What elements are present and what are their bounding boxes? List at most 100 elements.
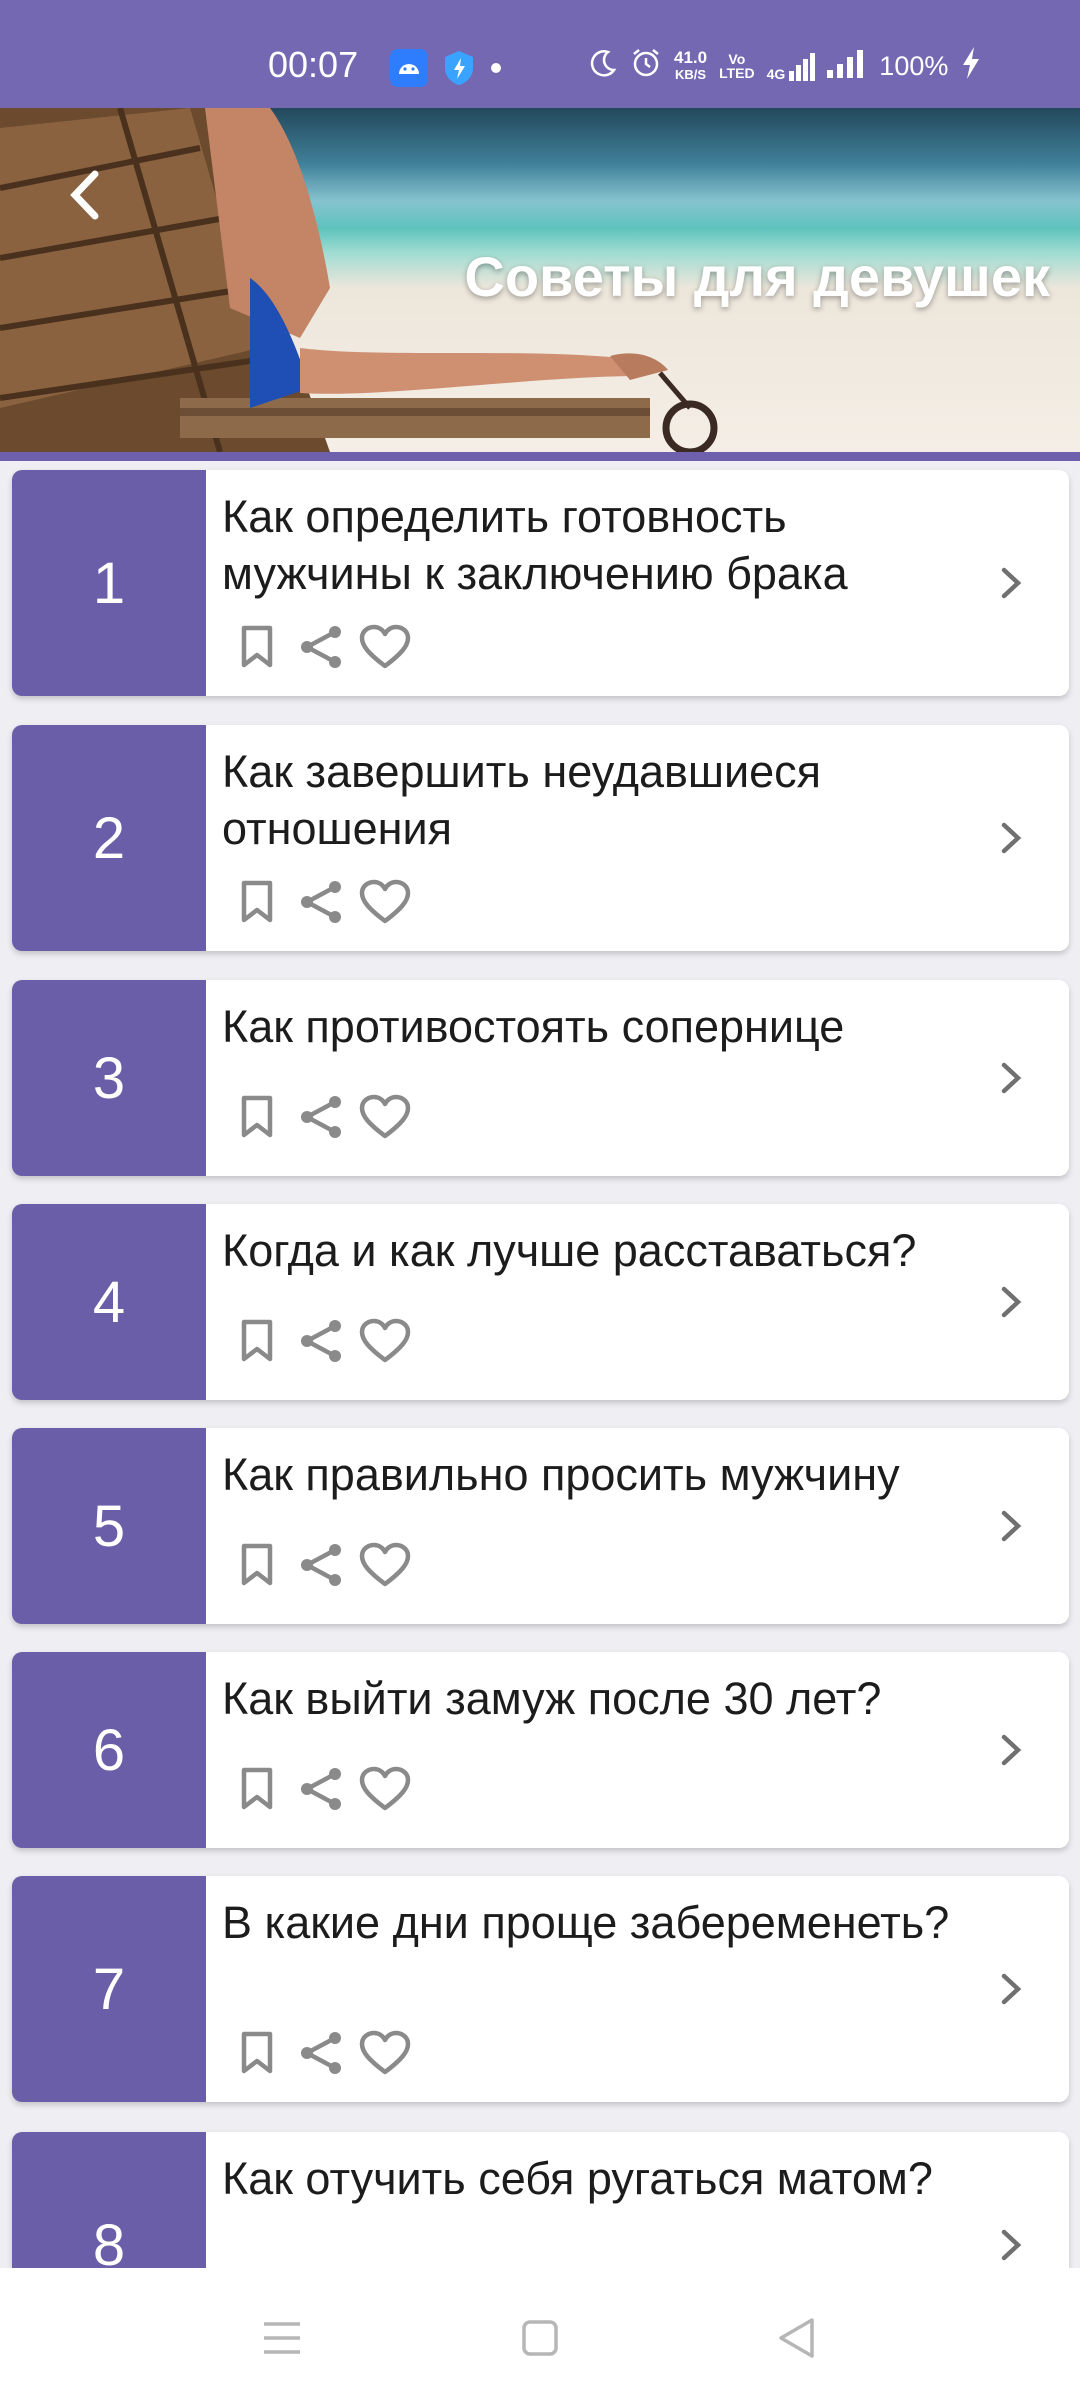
item-title: Как выйти замуж после 30 лет? — [222, 1673, 882, 1724]
page-title: Советы для девушек — [464, 245, 1050, 308]
navigation-bar — [0, 2268, 1080, 2400]
open-item-button[interactable] — [993, 561, 1029, 605]
chevron-left-icon — [70, 170, 99, 220]
list-item[interactable]: 5 Как правильно просить мужчину — [12, 1428, 1069, 1624]
item-title: Как правильно просить мужчину — [222, 1449, 900, 1500]
like-button[interactable] — [358, 1090, 412, 1144]
dot-icon — [490, 61, 502, 79]
item-actions — [230, 2026, 412, 2080]
share-icon — [301, 1544, 341, 1586]
open-item-button[interactable] — [993, 1967, 1029, 2011]
open-item-button[interactable] — [993, 816, 1029, 860]
shield-icon — [442, 49, 476, 92]
signal-icon: 4G — [767, 51, 816, 81]
like-button[interactable] — [358, 1762, 412, 1816]
status-time: 00:07 — [268, 44, 359, 85]
item-number: 2 — [12, 725, 206, 951]
share-button[interactable] — [294, 1762, 348, 1816]
share-button[interactable] — [294, 1538, 348, 1592]
moon-icon — [588, 48, 618, 85]
share-icon — [301, 881, 341, 923]
list-item[interactable]: 4 Когда и как лучше расставаться? — [12, 1204, 1069, 1400]
share-button[interactable] — [294, 875, 348, 929]
open-item-button[interactable] — [993, 1280, 1029, 1324]
bookmark-icon — [241, 1543, 273, 1586]
open-item-button[interactable] — [993, 1504, 1029, 1548]
heart-icon — [359, 1318, 411, 1363]
list-item[interactable]: 3 Как противостоять сопернице — [12, 980, 1069, 1176]
back-icon — [779, 2318, 814, 2358]
recent-apps-button[interactable] — [252, 2308, 312, 2368]
share-button[interactable] — [294, 1090, 348, 1144]
bookmark-button[interactable] — [230, 1090, 284, 1144]
item-number: 5 — [12, 1428, 206, 1624]
item-number: 4 — [12, 1204, 206, 1400]
back-button[interactable] — [54, 160, 114, 230]
share-icon — [301, 1320, 341, 1362]
menu-icon — [264, 2322, 300, 2354]
list-item[interactable]: 7 В какие дни проще забеременеть? — [12, 1876, 1069, 2102]
item-title: Как завершить неудавшиеся отношения — [222, 746, 822, 854]
share-button[interactable] — [294, 620, 348, 674]
item-number: 3 — [12, 980, 206, 1176]
item-title: Как противостоять сопернице — [222, 1001, 845, 1052]
item-actions — [230, 875, 412, 929]
heart-icon — [359, 879, 411, 924]
item-title: Как отучить себя ругаться матом? — [222, 2153, 933, 2204]
open-item-button[interactable] — [993, 1728, 1029, 1772]
item-actions — [230, 1090, 412, 1144]
battery-level: 100% — [879, 50, 949, 81]
like-button[interactable] — [358, 1314, 412, 1368]
list-item[interactable]: 6 Как выйти замуж после 30 лет? — [12, 1652, 1069, 1848]
network-speed: 41.0 KB/S — [674, 48, 708, 82]
item-title: Как определить готовность мужчины к закл… — [222, 491, 848, 599]
home-icon — [522, 2320, 558, 2356]
share-icon — [301, 626, 341, 668]
heart-icon — [359, 1094, 411, 1139]
item-title: Когда и как лучше расставаться? — [222, 1225, 917, 1276]
heart-icon — [359, 1542, 411, 1587]
item-number: 6 — [12, 1652, 206, 1848]
chevron-right-icon — [1001, 822, 1022, 854]
chevron-right-icon — [1001, 1286, 1022, 1318]
open-item-button[interactable] — [993, 2223, 1029, 2267]
list-item[interactable]: 2 Как завершить неудавшиеся отношения — [12, 725, 1069, 951]
item-actions — [230, 1314, 412, 1368]
chevron-right-icon — [1001, 2229, 1022, 2261]
item-title: В какие дни проще забеременеть? — [222, 1897, 950, 1948]
like-button[interactable] — [358, 875, 412, 929]
bookmark-button[interactable] — [230, 875, 284, 929]
share-icon — [301, 2032, 341, 2074]
share-button[interactable] — [294, 2026, 348, 2080]
bookmark-button[interactable] — [230, 1538, 284, 1592]
item-number: 7 — [12, 1876, 206, 2102]
chevron-right-icon — [1001, 1510, 1022, 1542]
chevron-right-icon — [1001, 567, 1022, 599]
bookmark-icon — [241, 1767, 273, 1810]
item-actions — [230, 620, 412, 674]
chevron-right-icon — [1001, 1734, 1022, 1766]
bookmark-button[interactable] — [230, 620, 284, 674]
system-back-button[interactable] — [766, 2308, 826, 2368]
volte-indicator: Vo LTED — [719, 51, 755, 81]
open-item-button[interactable] — [993, 1056, 1029, 1100]
bookmark-button[interactable] — [230, 1314, 284, 1368]
like-button[interactable] — [358, 620, 412, 674]
share-button[interactable] — [294, 1314, 348, 1368]
bookmark-icon — [241, 1319, 273, 1362]
android-icon — [390, 48, 428, 92]
heart-icon — [359, 2030, 411, 2075]
list-item[interactable]: 1 Как определить готовность мужчины к за… — [12, 470, 1069, 696]
bookmark-button[interactable] — [230, 1762, 284, 1816]
header-banner: Советы для девушек — [0, 108, 1080, 452]
like-button[interactable] — [358, 2026, 412, 2080]
status-bar: 00:07 41.0 KB/S Vo LTED 4G 100% — [0, 0, 1080, 108]
battery-charging-icon — [960, 46, 982, 87]
chevron-right-icon — [1001, 1062, 1022, 1094]
bookmark-button[interactable] — [230, 2026, 284, 2080]
home-button[interactable] — [510, 2308, 570, 2368]
heart-icon — [359, 624, 411, 669]
like-button[interactable] — [358, 1538, 412, 1592]
bookmark-icon — [241, 1095, 273, 1138]
item-number: 1 — [12, 470, 206, 696]
